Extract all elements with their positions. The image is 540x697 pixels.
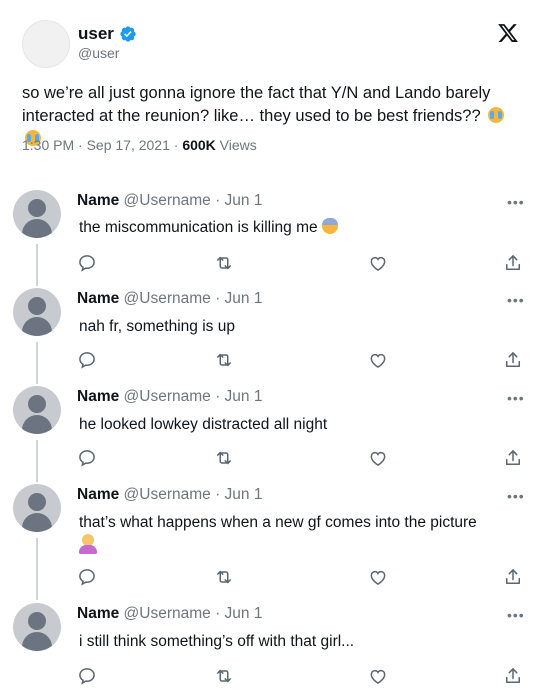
tweet-text-body: so we’re all just gonna ignore the fact … <box>22 84 491 125</box>
thread-line <box>36 244 38 286</box>
reply-header: Name @Username · Jun 1 <box>77 605 262 623</box>
reply-author-name[interactable]: Name <box>77 290 119 307</box>
x-logo-icon <box>498 24 518 42</box>
heart-icon[interactable] <box>368 567 388 587</box>
loudly-crying-emoji-icon <box>488 107 505 123</box>
thread-line <box>36 342 38 384</box>
retweet-icon[interactable] <box>214 567 234 587</box>
more-options-icon[interactable]: ••• <box>507 292 525 308</box>
reply-text-body: the miscommunication is killing me <box>79 219 318 236</box>
more-options-icon[interactable]: ••• <box>507 390 525 406</box>
reply-header: Name @Username · Jun 1 <box>77 192 262 210</box>
thread-line <box>36 538 38 600</box>
comment-icon[interactable] <box>77 567 97 587</box>
avatar[interactable] <box>22 20 70 68</box>
reply-header: Name @Username · Jun 1 <box>77 290 262 308</box>
more-options-icon[interactable]: ••• <box>507 194 525 210</box>
avatar[interactable] <box>13 386 61 434</box>
reply-header: Name @Username · Jun 1 <box>77 388 262 406</box>
avatar[interactable] <box>13 190 61 238</box>
reply-text: nah fr, something is up <box>79 318 235 335</box>
comment-icon[interactable] <box>77 350 97 370</box>
heart-icon[interactable] <box>368 350 388 370</box>
retweet-icon[interactable] <box>214 666 234 686</box>
reply-author-name[interactable]: Name <box>77 486 119 503</box>
share-icon[interactable] <box>503 666 523 686</box>
reply-meta[interactable]: @Username · Jun 1 <box>124 388 263 405</box>
reply-text: he looked lowkey distracted all night <box>79 416 328 433</box>
reply-meta[interactable]: @Username · Jun 1 <box>124 192 263 209</box>
views-label: Views <box>215 137 257 153</box>
verified-badge-icon <box>120 26 136 42</box>
author-name-text[interactable]: user <box>78 24 114 44</box>
reply-header: Name @Username · Jun 1 <box>77 486 262 504</box>
heart-icon[interactable] <box>368 253 388 273</box>
fearful-emoji-icon <box>321 218 338 234</box>
reply-author-name[interactable]: Name <box>77 605 119 622</box>
reply-meta[interactable]: @Username · Jun 1 <box>124 290 263 307</box>
avatar[interactable] <box>13 484 61 532</box>
share-icon[interactable] <box>503 253 523 273</box>
comment-icon[interactable] <box>77 253 97 273</box>
facepalm-emoji-icon <box>79 534 97 554</box>
more-options-icon[interactable]: ••• <box>507 488 525 504</box>
heart-icon[interactable] <box>368 666 388 686</box>
reply-meta[interactable]: @Username · Jun 1 <box>124 486 263 503</box>
reply-author-name[interactable]: Name <box>77 192 119 209</box>
author-handle[interactable]: @user <box>78 45 119 61</box>
more-options-icon[interactable]: ••• <box>507 607 525 623</box>
reply-text: the miscommunication is killing me <box>79 217 529 239</box>
reply-text: i still think something’s off with that … <box>79 633 355 650</box>
share-icon[interactable] <box>503 448 523 468</box>
comment-icon[interactable] <box>77 448 97 468</box>
tweet-meta: 1:30 PM · Sep 17, 2021 · 600K Views <box>22 137 257 153</box>
heart-icon[interactable] <box>368 448 388 468</box>
reply-text-body: that’s what happens when a new gf comes … <box>79 514 477 531</box>
author-name[interactable]: user <box>78 24 137 44</box>
reply-meta[interactable]: @Username · Jun 1 <box>124 605 263 622</box>
views-count: 600K <box>182 137 216 153</box>
retweet-icon[interactable] <box>214 350 234 370</box>
reply-author-name[interactable]: Name <box>77 388 119 405</box>
thread-line <box>36 440 38 482</box>
share-icon[interactable] <box>503 567 523 587</box>
reply-text: that’s what happens when a new gf comes … <box>79 512 529 561</box>
comment-icon[interactable] <box>77 666 97 686</box>
tweet-timestamp[interactable]: 1:30 PM · Sep 17, 2021 · <box>22 137 182 153</box>
avatar[interactable] <box>13 603 61 651</box>
share-icon[interactable] <box>503 350 523 370</box>
avatar[interactable] <box>13 288 61 336</box>
retweet-icon[interactable] <box>214 448 234 468</box>
retweet-icon[interactable] <box>214 253 234 273</box>
